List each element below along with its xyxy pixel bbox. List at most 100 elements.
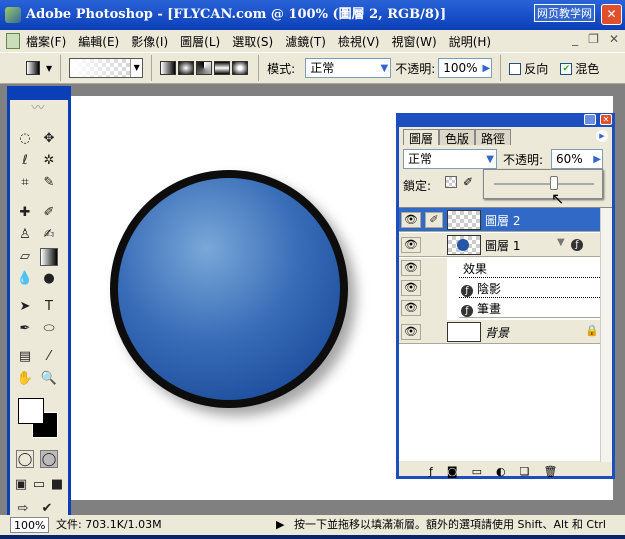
preset-dropdown-icon[interactable]: ▼ [46, 64, 52, 73]
opacity-label: 不透明: [395, 61, 436, 76]
eye-icon[interactable]: 👁 [401, 300, 421, 316]
minimize-panel-button[interactable] [584, 114, 596, 125]
opacity-input[interactable]: 100% ▶ [438, 58, 493, 78]
zoom-tool-icon[interactable]: 🔍 [40, 370, 58, 388]
eye-icon[interactable]: 👁 [401, 280, 421, 296]
dodge-tool-icon[interactable]: ● [40, 270, 58, 288]
close-button[interactable]: ✕ [601, 4, 622, 25]
effects-header[interactable]: 效果 [459, 258, 602, 278]
restore-button[interactable]: ❐ [588, 32, 599, 46]
gradient-tool-icon[interactable] [40, 248, 58, 266]
effect-row[interactable]: ƒ 筆畫 [459, 298, 602, 318]
layers-panel: ✕ 圖層 色版 路徑 ▶ 正常 ▼ 不透明: 60% ▶ 鎖定: ✐ ↖ 👁 ✐ 圖… [396, 113, 615, 479]
menu-layer[interactable]: 圖層(L) [180, 33, 220, 50]
window-title: Adobe Photoshop - [FLYCAN.com @ 100% (圖層… [26, 7, 447, 22]
arrow-right-icon[interactable]: ▶ [276, 515, 284, 535]
tab-paths[interactable]: 路徑 [475, 129, 512, 146]
crop-tool-icon[interactable]: ⌗ [16, 174, 34, 192]
linear-gradient-icon[interactable] [160, 61, 177, 75]
lock-icon: 🔒 [585, 324, 599, 337]
blur-tool-icon[interactable]: 💧 [16, 270, 34, 288]
panel-menu-icon[interactable]: ▶ [596, 130, 608, 142]
eye-icon[interactable]: 👁 [401, 260, 421, 276]
move-tool-icon[interactable]: ✥ [40, 130, 58, 148]
effect-row[interactable]: ƒ 陰影 [459, 278, 602, 298]
add-mask-icon[interactable]: ◙ [447, 465, 458, 478]
foreground-color-swatch[interactable] [18, 398, 44, 424]
fullscreen-menu-icon[interactable]: ▭ [30, 476, 48, 494]
minimize-button[interactable]: _ [572, 32, 578, 46]
layer-row[interactable]: 👁 ✐ 圖層 2 [399, 208, 602, 232]
gradient-tool-preset-icon[interactable] [26, 61, 40, 75]
adjustment-layer-icon[interactable]: ◐ [496, 465, 506, 478]
dither-checkbox[interactable]: ✔ 混色 [560, 60, 599, 77]
opacity-slider-track[interactable] [494, 183, 594, 185]
reverse-checkbox[interactable]: 反向 [509, 60, 548, 77]
gradient-picker[interactable]: ▼ [69, 58, 144, 78]
pen-tool-icon[interactable]: ✒ [16, 320, 34, 338]
close-panel-button[interactable]: ✕ [600, 114, 612, 125]
blend-mode-select[interactable]: 正常 ▼ [403, 149, 497, 169]
path-selection-icon[interactable]: ➤ [16, 298, 34, 316]
layer-opacity-label: 不透明: [503, 153, 544, 167]
type-tool-icon[interactable]: T [40, 298, 58, 316]
layer-opacity-input[interactable]: 60% ▶ [551, 149, 603, 169]
menu-image[interactable]: 影像(I) [131, 33, 168, 50]
zoom-field[interactable]: 100% [10, 517, 50, 533]
expand-effects-icon[interactable]: ▼ [557, 237, 565, 248]
arrow-right-icon[interactable]: ▶ [593, 151, 601, 169]
add-style-icon[interactable]: ƒ [429, 465, 433, 478]
hand-tool-icon[interactable]: ✋ [16, 370, 34, 388]
opacity-value: 100% [443, 61, 478, 75]
chevron-down-icon[interactable]: ▼ [130, 59, 143, 77]
screen-mode-icon[interactable]: ▣ [12, 476, 30, 494]
marquee-tool-icon[interactable]: ◌ [16, 130, 34, 148]
lock-brush-icon[interactable]: ✐ [463, 175, 473, 189]
new-layer-icon[interactable]: ❏ [520, 465, 530, 478]
menu-window[interactable]: 視窗(W) [391, 33, 436, 50]
new-set-icon[interactable]: ▭ [472, 465, 482, 478]
slice-tool-icon[interactable]: ✎ [40, 174, 58, 192]
fullscreen-icon[interactable]: ■ [48, 476, 66, 494]
menu-select[interactable]: 選取(S) [232, 33, 273, 50]
doc-size[interactable]: 文件: 703.1K/1.03M [56, 515, 162, 535]
tab-layers[interactable]: 圖層 [403, 129, 440, 146]
quickmask-mode-icon[interactable]: ◯ [40, 450, 58, 468]
mode-select[interactable]: 正常 ▼ [305, 58, 392, 78]
blend-mode-value: 正常 [408, 152, 433, 166]
angle-gradient-icon[interactable] [196, 61, 213, 75]
menu-file[interactable]: 檔案(F) [26, 33, 66, 50]
doc-close-button[interactable]: ✕ [609, 32, 619, 46]
eraser-tool-icon[interactable]: ▱ [16, 248, 34, 266]
brush-tool-icon[interactable]: ✐ [40, 204, 58, 222]
menu-view[interactable]: 檢視(V) [338, 33, 380, 50]
healing-brush-icon[interactable]: ✚ [16, 204, 34, 222]
trash-icon[interactable]: 🗑 [543, 465, 557, 478]
eye-icon[interactable]: 👁 [401, 212, 421, 228]
diamond-gradient-icon[interactable] [232, 61, 249, 75]
eye-icon[interactable]: 👁 [401, 324, 421, 340]
menu-edit[interactable]: 編輯(E) [78, 33, 119, 50]
radial-gradient-icon[interactable] [178, 61, 195, 75]
arrow-right-icon[interactable]: ▶ [483, 60, 491, 78]
layer-name: 圖層 1 [485, 239, 521, 253]
layer-row[interactable]: 👁 圖層 1 ▼ ƒ [399, 233, 602, 257]
mode-label: 模式: [267, 61, 296, 76]
layers-scrollbar[interactable] [600, 208, 612, 462]
eye-icon[interactable]: 👁 [401, 237, 421, 253]
eyedropper-icon[interactable]: ⁄ [40, 348, 58, 366]
layer-row[interactable]: 👁 背景 🔒 [399, 320, 602, 344]
notes-tool-icon[interactable]: ▤ [16, 348, 34, 366]
history-brush-icon[interactable]: ✍ [40, 226, 58, 244]
reflected-gradient-icon[interactable] [214, 61, 231, 75]
lasso-tool-icon[interactable]: ℓ [16, 152, 34, 170]
magic-wand-icon[interactable]: ✲ [40, 152, 58, 170]
tab-channels[interactable]: 色版 [439, 129, 476, 146]
lock-transparency-icon[interactable] [445, 176, 457, 188]
shape-tool-icon[interactable]: ⬭ [40, 320, 58, 338]
standard-mode-icon[interactable]: ◯ [16, 450, 34, 468]
menu-help[interactable]: 說明(H) [449, 33, 491, 50]
menu-filter[interactable]: 濾鏡(T) [285, 33, 326, 50]
clone-stamp-icon[interactable]: ♙ [16, 226, 34, 244]
opacity-slider-handle[interactable] [550, 176, 558, 190]
